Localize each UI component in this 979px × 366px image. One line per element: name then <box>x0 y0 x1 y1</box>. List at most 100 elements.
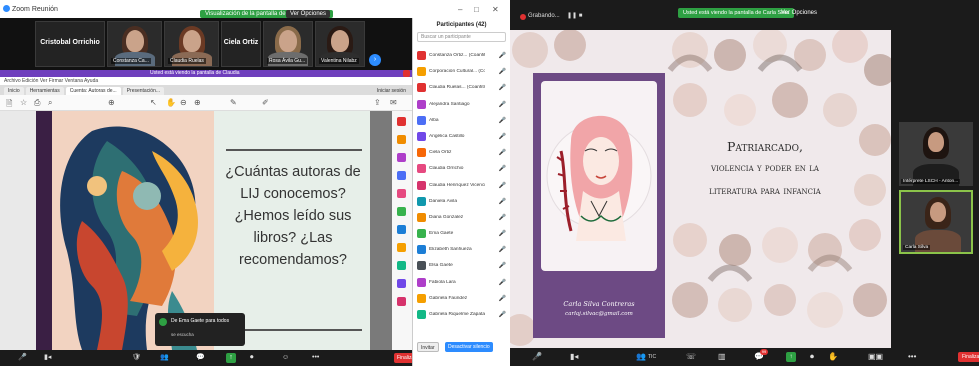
participant-row[interactable]: Gabriela Riquelme Zapata 🎤 <box>413 307 510 323</box>
participant-row[interactable]: Claudia Ruelas... (Coanfitrión) 🎤 <box>413 80 510 96</box>
muted-microphone-icon: 🎤 <box>498 69 506 76</box>
muted-microphone-icon: 🎤 <box>498 295 506 302</box>
view-options-button[interactable]: Ver Opciones <box>781 10 817 16</box>
zoom-in-icon[interactable]: ⊕ <box>194 98 201 107</box>
chat-icon[interactable]: 💬 <box>196 353 205 363</box>
combine-icon[interactable] <box>397 189 406 198</box>
participant-name: Gabriela Faúndez <box>429 295 468 301</box>
reactions-icon[interactable]: ✋ <box>828 352 838 361</box>
pdf-menu-bar[interactable]: Archivo Edición Ver Firmar Ventana Ayuda <box>0 77 412 85</box>
fill-sign-icon[interactable] <box>397 279 406 288</box>
protect-icon[interactable] <box>397 261 406 270</box>
video-camera-icon[interactable]: ▮◂ <box>44 353 51 363</box>
participant-row[interactable]: Elsa Gaete 🎤 <box>413 258 510 274</box>
participant-row[interactable]: Fabiola Lara 🎤 <box>413 275 510 291</box>
participant-row[interactable]: Diana Gonzalez 🎤 <box>413 210 510 226</box>
tab-presentation[interactable]: Presentación... <box>122 87 165 95</box>
participant-row[interactable]: Daniela Ávila 🎤 <box>413 194 510 210</box>
sign-in-link[interactable]: Iniciar sesión <box>377 87 406 95</box>
sharing-status-text: Usted está viendo la pantalla de Claudia <box>150 70 240 76</box>
participant-name: Daniela Ávila <box>429 198 457 204</box>
participant-avatar-icon <box>417 67 426 77</box>
participant-row[interactable]: Ciela Ortiz 🎤 <box>413 145 510 161</box>
share-screen-icon[interactable]: ↑ <box>226 353 236 363</box>
muted-microphone-icon: 🎤 <box>498 263 506 270</box>
video-tile-interpreter[interactable]: Intérprete LSCH - Anton... <box>899 122 973 186</box>
microphone-icon[interactable]: 🎤 <box>532 352 542 361</box>
video-tile-name-only[interactable]: Cristobal Orrichio <box>35 21 105 67</box>
close-icon[interactable]: ✕ <box>492 5 499 14</box>
highlight-icon[interactable]: ✐ <box>262 98 269 107</box>
participant-row[interactable]: Corporación Cultural... (Coanfitrión) 🎤 <box>413 64 510 80</box>
end-meeting-button[interactable]: Finalizar <box>958 352 979 362</box>
video-camera-icon[interactable]: ▮◂ <box>570 352 578 361</box>
compress-icon[interactable] <box>397 225 406 234</box>
participant-name: Alejandra Santiago <box>429 101 470 107</box>
participant-row[interactable]: Angélica Castillo 🎤 <box>413 129 510 145</box>
stop-view-icon[interactable] <box>403 70 410 77</box>
pdf-toolbar: 🗎 ☆ ⎙ ⌕ ⊕ ↖ ✋ ⊖ ⊕ ✎ ✐ ⇪ ✉ <box>0 95 412 111</box>
save-icon[interactable]: 🗎 <box>6 98 12 112</box>
export-pdf-icon[interactable] <box>397 117 406 126</box>
participant-row[interactable]: Constanza Ortiz... (Coanfitrión, yo) 🎤 <box>413 48 510 64</box>
participant-search-input[interactable]: Buscar un participante <box>417 32 506 42</box>
minimize-icon[interactable]: – <box>458 5 462 14</box>
tab-document[interactable]: Cuenta: Autoras de... <box>65 87 121 95</box>
participant-row[interactable]: Claudia Henríquez Vicencio 🎤 <box>413 178 510 194</box>
microphone-icon[interactable]: 🎤 <box>18 353 27 363</box>
cursor-icon[interactable]: ↖ <box>150 98 157 107</box>
share-screen-icon[interactable]: ↑ <box>786 352 796 362</box>
tab-home[interactable]: Inicio <box>4 87 24 95</box>
video-tile[interactable]: Rosa Ávila Gu... <box>263 21 313 67</box>
participant-row[interactable]: Ema Gaete 🎤 <box>413 226 510 242</box>
invite-button[interactable]: Invitar <box>417 342 439 352</box>
pause-recording-icon[interactable]: ❚❚ ■ <box>567 12 582 19</box>
participant-row[interactable]: Gabriela Faúndez 🎤 <box>413 291 510 307</box>
muted-microphone-icon: 🎤 <box>498 53 506 59</box>
record-icon[interactable]: ⏺ <box>250 353 254 363</box>
search-icon[interactable]: ⌕ <box>48 98 52 108</box>
create-pdf-icon[interactable] <box>397 135 406 144</box>
video-tile-speaker[interactable]: Carla Silva <box>899 190 973 254</box>
bookmark-icon[interactable]: ☆ <box>20 98 27 107</box>
video-tile[interactable]: Valentina Nilabz <box>315 21 365 67</box>
apps-icon[interactable]: ▣▣ <box>868 352 883 361</box>
polls-icon[interactable]: ▥ <box>718 352 726 361</box>
video-tile[interactable]: Claudia Ruelas <box>164 21 219 67</box>
participant-row[interactable]: Elizabeth Sanhueza 🎤 <box>413 242 510 258</box>
redact-icon[interactable] <box>397 243 406 252</box>
chat-notification[interactable]: De Ema Gaete para todos se escucha <box>155 313 245 346</box>
video-tile-name-only[interactable]: Ciela Ortiz <box>221 21 261 67</box>
video-tile[interactable]: Constanza Ca... <box>107 21 162 67</box>
gallery-next-icon[interactable]: › <box>369 54 381 66</box>
record-icon[interactable]: ⏺ <box>810 352 814 362</box>
more-icon[interactable]: ••• <box>312 353 319 363</box>
participant-avatar-icon <box>417 212 426 222</box>
unmute-all-button[interactable]: Desactivar silencio <box>445 342 493 352</box>
organize-icon[interactable] <box>397 207 406 216</box>
prev-page-icon[interactable]: ⊕ <box>108 98 115 107</box>
hand-icon[interactable]: ✋ <box>166 98 176 107</box>
tab-tools[interactable]: Herramientas <box>25 87 64 95</box>
more-tools-icon[interactable] <box>397 297 406 306</box>
print-icon[interactable]: ⎙ <box>34 98 40 108</box>
participant-face <box>279 30 297 52</box>
reactions-icon[interactable]: ☺ <box>282 353 289 363</box>
comment-tool-icon[interactable] <box>397 171 406 180</box>
view-options-button[interactable]: Ver Opciones <box>286 10 331 18</box>
participant-row[interactable]: Alba 🎤 <box>413 113 510 129</box>
participants-icon[interactable]: 👥 <box>160 353 169 363</box>
slide-question-text: ¿Cuántas autoras de LIJ conocemos? ¿Hemo… <box>225 164 361 268</box>
mail-icon[interactable]: ✉ <box>390 98 397 107</box>
participant-row[interactable]: Alejandra Santiago 🎤 <box>413 97 510 113</box>
zoom-out-icon[interactable]: ⊖ <box>180 98 187 107</box>
qa-icon[interactable]: ☏ <box>686 352 696 361</box>
edit-pdf-icon[interactable] <box>397 153 406 162</box>
maximize-icon[interactable]: □ <box>474 5 479 14</box>
participants-icon[interactable]: 👥 <box>636 352 646 361</box>
participant-row[interactable]: Claudia Orrichio 🎤 <box>413 161 510 177</box>
share-icon[interactable]: ⇪ <box>374 98 381 107</box>
security-icon[interactable]: 🛡 <box>132 353 141 363</box>
comment-icon[interactable]: ✎ <box>230 98 237 107</box>
more-icon[interactable]: ••• <box>908 352 916 361</box>
